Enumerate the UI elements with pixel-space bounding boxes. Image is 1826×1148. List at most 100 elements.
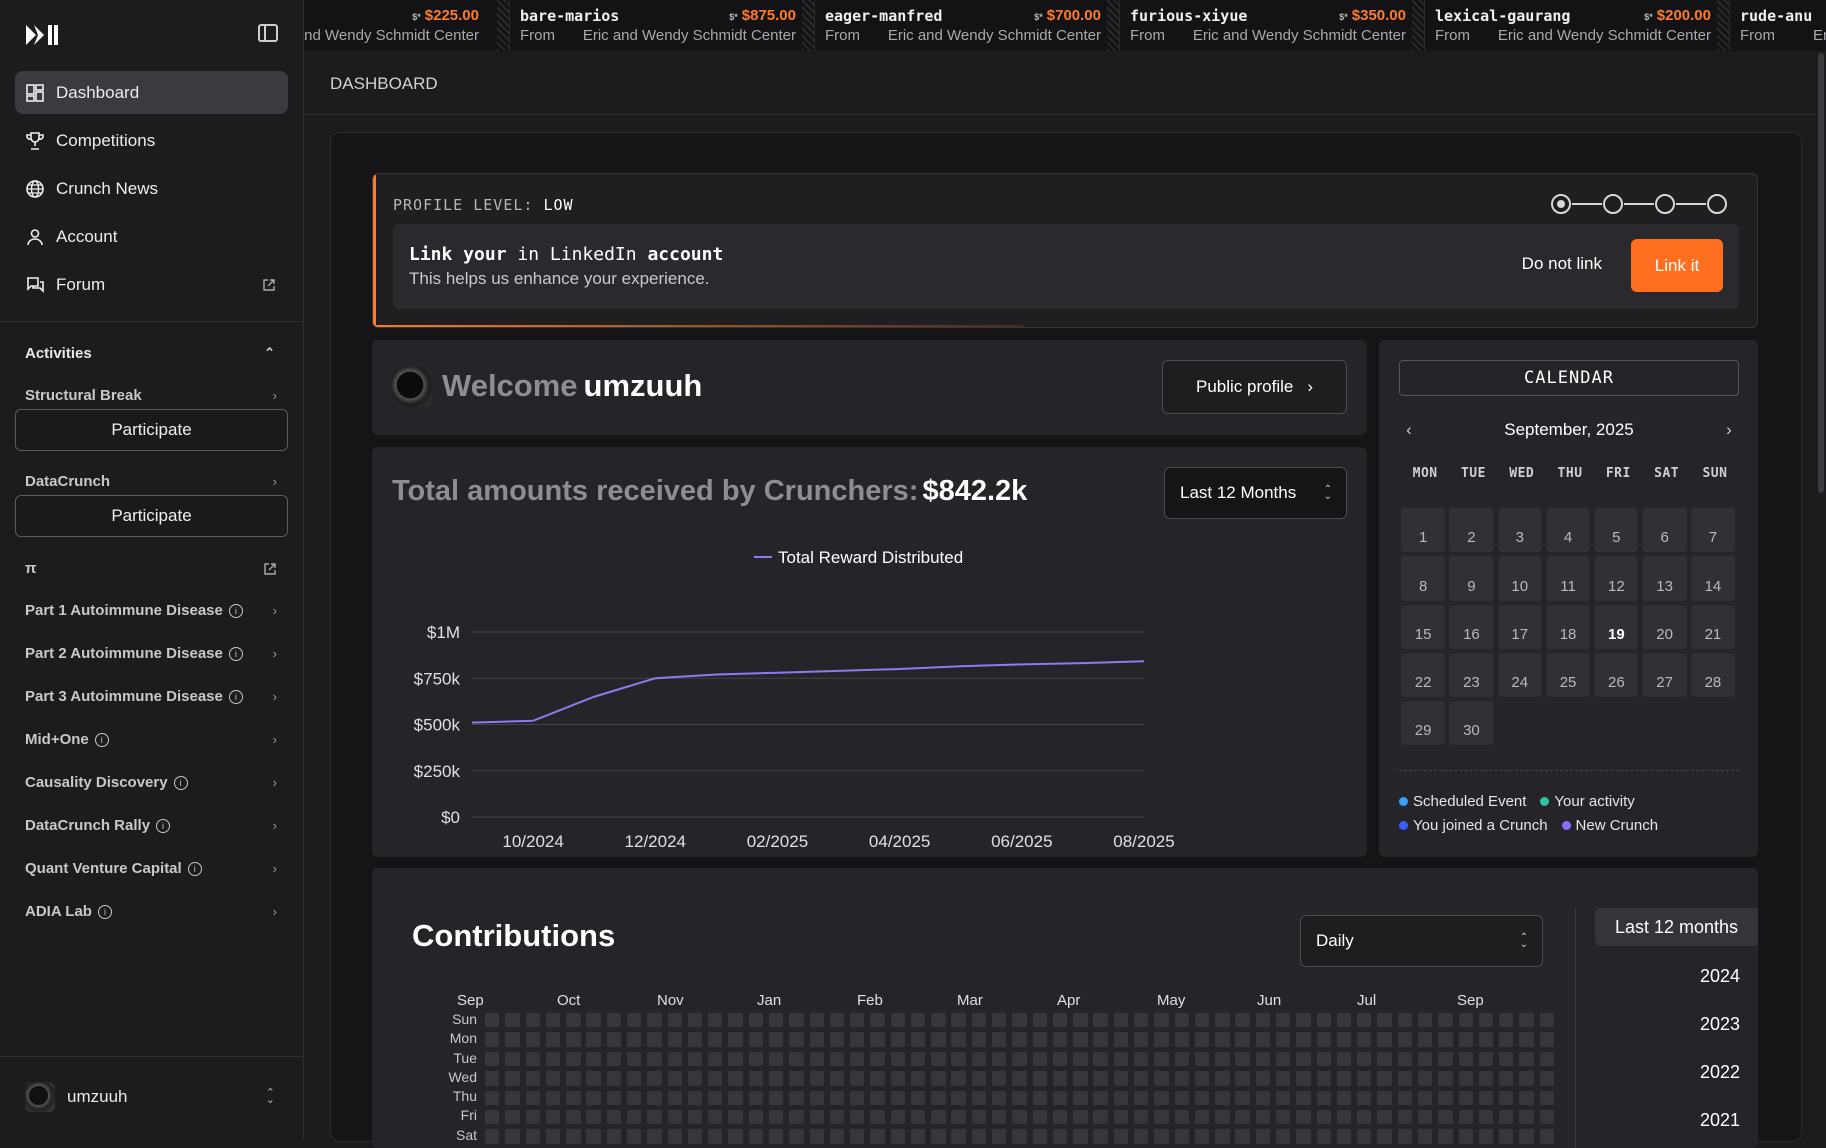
heatmap-cell[interactable]: [708, 1090, 723, 1105]
heatmap-cell[interactable]: [1316, 1013, 1331, 1028]
calendar-day[interactable]: 25: [1545, 652, 1591, 698]
heatmap-cell[interactable]: [870, 1090, 885, 1105]
year-option[interactable]: 2023: [1595, 1004, 1758, 1052]
heatmap-cell[interactable]: [586, 1032, 601, 1047]
heatmap-cell[interactable]: [931, 1051, 946, 1067]
heatmap-cell[interactable]: [789, 1090, 804, 1105]
heatmap-cell[interactable]: [647, 1109, 662, 1125]
heatmap-cell[interactable]: [647, 1013, 662, 1028]
heatmap-cell[interactable]: [1336, 1013, 1352, 1028]
heatmap-cell[interactable]: [1539, 1051, 1555, 1067]
heatmap-cell[interactable]: [667, 1090, 682, 1105]
heatmap-cell[interactable]: [505, 1032, 520, 1047]
heatmap-cell[interactable]: [768, 1032, 784, 1047]
heatmap-cell[interactable]: [971, 1090, 987, 1105]
heatmap-cell[interactable]: [1194, 1109, 1210, 1125]
heatmap-cell[interactable]: [1113, 1051, 1129, 1067]
heatmap-cell[interactable]: [768, 1051, 784, 1067]
heatmap-cell[interactable]: [1215, 1051, 1230, 1067]
heatmap-cell[interactable]: [586, 1051, 601, 1067]
heatmap-cell[interactable]: [1215, 1071, 1230, 1086]
heatmap-cell[interactable]: [1296, 1051, 1311, 1067]
heatmap-cell[interactable]: [1316, 1090, 1331, 1105]
heatmap-cell[interactable]: [1519, 1013, 1534, 1028]
heatmap-cell[interactable]: [1499, 1013, 1514, 1028]
heatmap-cell[interactable]: [1154, 1032, 1169, 1047]
heatmap-cell[interactable]: [1154, 1071, 1169, 1086]
heatmap-cell[interactable]: [566, 1109, 581, 1125]
heatmap-cell[interactable]: [789, 1051, 804, 1067]
heatmap-cell[interactable]: [1052, 1032, 1068, 1047]
heatmap-cell[interactable]: [667, 1013, 682, 1028]
heatmap-cell[interactable]: [1377, 1090, 1392, 1105]
heatmap-cell[interactable]: [1296, 1129, 1311, 1144]
calendar-day[interactable]: 20: [1642, 604, 1687, 649]
heatmap-cell[interactable]: [1458, 1090, 1473, 1105]
competition-datacrunch[interactable]: DataCrunch ›: [25, 473, 277, 490]
heatmap-cell[interactable]: [1073, 1032, 1088, 1047]
heatmap-cell[interactable]: [992, 1071, 1007, 1086]
calendar-day[interactable]: 6: [1642, 508, 1687, 553]
heatmap-cell[interactable]: [545, 1129, 561, 1144]
heatmap-cell[interactable]: [951, 1090, 966, 1105]
crunchdao-logo[interactable]: [24, 22, 60, 48]
heatmap-cell[interactable]: [545, 1090, 561, 1105]
heatmap-cell[interactable]: [971, 1013, 987, 1028]
heatmap-cell[interactable]: [1357, 1013, 1372, 1028]
heatmap-cell[interactable]: [1134, 1109, 1149, 1125]
heatmap-cell[interactable]: [525, 1090, 540, 1105]
heatmap-cell[interactable]: [1377, 1032, 1392, 1047]
heatmap-cell[interactable]: [708, 1109, 723, 1125]
heatmap-cell[interactable]: [1235, 1090, 1250, 1105]
heatmap-cell[interactable]: [1519, 1090, 1534, 1105]
heatmap-cell[interactable]: [1275, 1032, 1291, 1047]
heatmap-cell[interactable]: [525, 1032, 540, 1047]
heatmap-cell[interactable]: [1458, 1051, 1473, 1067]
heatmap-cell[interactable]: [1073, 1051, 1088, 1067]
heatmap-cell[interactable]: [1499, 1032, 1514, 1047]
heatmap-cell[interactable]: [606, 1090, 622, 1105]
info-icon[interactable]: i: [156, 818, 171, 833]
heatmap-cell[interactable]: [890, 1071, 906, 1086]
heatmap-cell[interactable]: [626, 1032, 642, 1047]
competition-causality-discovery[interactable]: Causality Discovery i ›: [25, 774, 277, 791]
heatmap-cell[interactable]: [566, 1129, 581, 1144]
heatmap-cell[interactable]: [606, 1071, 622, 1086]
heatmap-cell[interactable]: [1235, 1013, 1250, 1028]
calendar-day[interactable]: 7: [1690, 508, 1736, 553]
heatmap-cell[interactable]: [1539, 1032, 1555, 1047]
heatmap-cell[interactable]: [1113, 1013, 1129, 1028]
heatmap-cell[interactable]: [809, 1129, 824, 1144]
heatmap-cell[interactable]: [626, 1129, 642, 1144]
ticker-item[interactable]: bare-marios $* $875.00 From Eric and Wend…: [509, 0, 814, 51]
heatmap-cell[interactable]: [890, 1109, 906, 1125]
heatmap-cell[interactable]: [545, 1013, 561, 1028]
heatmap-cell[interactable]: [626, 1071, 642, 1086]
calendar-day[interactable]: 15: [1401, 604, 1446, 649]
heatmap-cell[interactable]: [1499, 1129, 1514, 1144]
heatmap-cell[interactable]: [809, 1013, 824, 1028]
heatmap-cell[interactable]: [525, 1013, 540, 1028]
heatmap-cell[interactable]: [1336, 1129, 1352, 1144]
nav-item-dashboard[interactable]: Dashboard: [15, 71, 288, 114]
heatmap-cell[interactable]: [1316, 1071, 1331, 1086]
heatmap-cell[interactable]: [525, 1071, 540, 1086]
heatmap-cell[interactable]: [485, 1129, 500, 1144]
heatmap-cell[interactable]: [1377, 1071, 1392, 1086]
heatmap-cell[interactable]: [1539, 1109, 1555, 1125]
heatmap-cell[interactable]: [829, 1071, 845, 1086]
heatmap-cell[interactable]: [667, 1129, 682, 1144]
heatmap-cell[interactable]: [1336, 1051, 1352, 1067]
heatmap-cell[interactable]: [870, 1051, 885, 1067]
heatmap-cell[interactable]: [1357, 1090, 1372, 1105]
heatmap-cell[interactable]: [586, 1071, 601, 1086]
heatmap-cell[interactable]: [1357, 1109, 1372, 1125]
info-icon[interactable]: i: [187, 861, 202, 876]
heatmap-cell[interactable]: [850, 1013, 865, 1028]
heatmap-cell[interactable]: [1296, 1071, 1311, 1086]
heatmap-cell[interactable]: [931, 1013, 946, 1028]
heatmap-cell[interactable]: [505, 1109, 520, 1125]
heatmap-cell[interactable]: [1438, 1013, 1453, 1028]
heatmap-cell[interactable]: [647, 1051, 662, 1067]
heatmap-cell[interactable]: [748, 1129, 764, 1144]
